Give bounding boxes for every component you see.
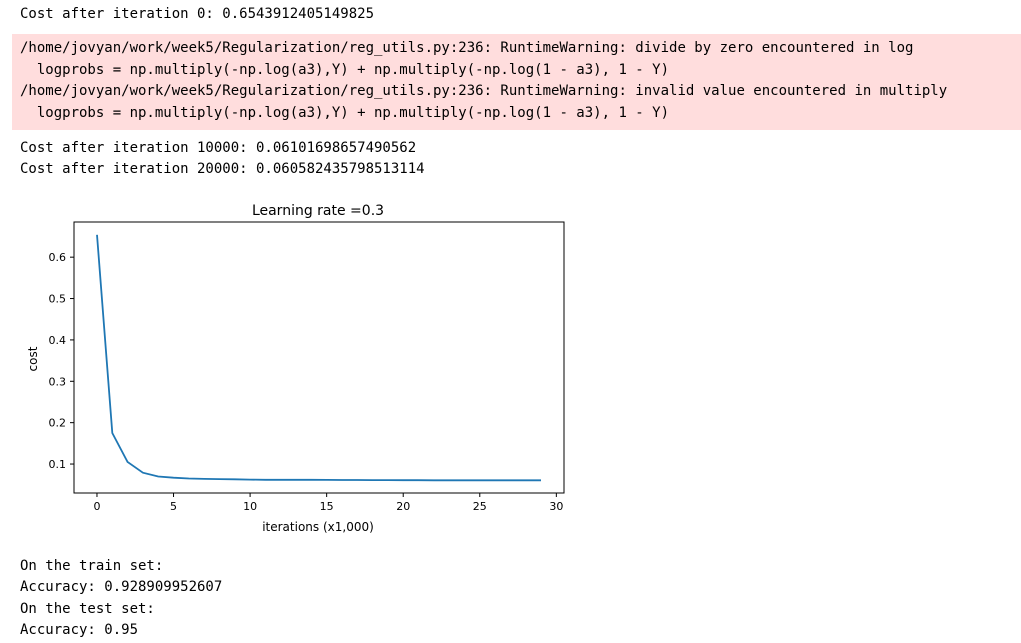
y-tick-label: 0.5 xyxy=(49,293,67,306)
y-tick-label: 0.2 xyxy=(49,417,67,430)
x-tick-label: 30 xyxy=(549,500,563,513)
x-tick-label: 0 xyxy=(93,500,100,513)
y-tick-label: 0.6 xyxy=(49,251,67,264)
plot-area: 0 5 10 15 20 25 30 0.1 0.2 0.3 0.4 0.5 0.6 xyxy=(49,221,565,513)
y-tick-label: 0.3 xyxy=(49,375,67,388)
y-tick-label: 0.1 xyxy=(49,458,67,471)
results-line: On the test set: xyxy=(20,601,155,617)
plot-frame xyxy=(73,221,565,494)
y-axis-label: cost xyxy=(26,346,40,371)
x-tick-label: 20 xyxy=(396,500,410,513)
warning-line: logprobs = np.multiply(-np.log(a3),Y) + … xyxy=(20,61,670,78)
x-tick-label: 5 xyxy=(170,500,177,513)
cost-series-line xyxy=(96,234,541,482)
warning-line: /home/jovyan/work/week5/Regularization/r… xyxy=(20,83,948,99)
cost-output-line: Cost after iteration 20000: 0.0605824357… xyxy=(20,161,425,177)
warning-line: /home/jovyan/work/week5/Regularization/r… xyxy=(20,40,914,56)
x-tick-label: 15 xyxy=(320,500,334,513)
results-line: Accuracy: 0.95 xyxy=(20,622,139,638)
x-axis-label: iterations (x1,000) xyxy=(262,520,374,534)
y-tick-label: 0.4 xyxy=(49,334,67,347)
cost-output-line: Cost after iteration 0: 0.65439124051498… xyxy=(20,6,375,22)
warning-line: logprobs = np.multiply(-np.log(a3),Y) + … xyxy=(20,104,670,121)
x-tick-label: 25 xyxy=(473,500,487,513)
x-tick-label: 10 xyxy=(243,500,257,513)
stderr-warning-block: /home/jovyan/work/week5/Regularization/r… xyxy=(12,34,1021,130)
results-line: On the train set: xyxy=(20,558,164,574)
learning-rate-chart: Learning rate =0.3 iterations (x1,000) c… xyxy=(26,203,565,534)
chart-title: Learning rate =0.3 xyxy=(252,203,384,219)
results-line: Accuracy: 0.928909952607 xyxy=(20,579,223,595)
cost-output-line: Cost after iteration 10000: 0.0610169865… xyxy=(20,140,417,156)
